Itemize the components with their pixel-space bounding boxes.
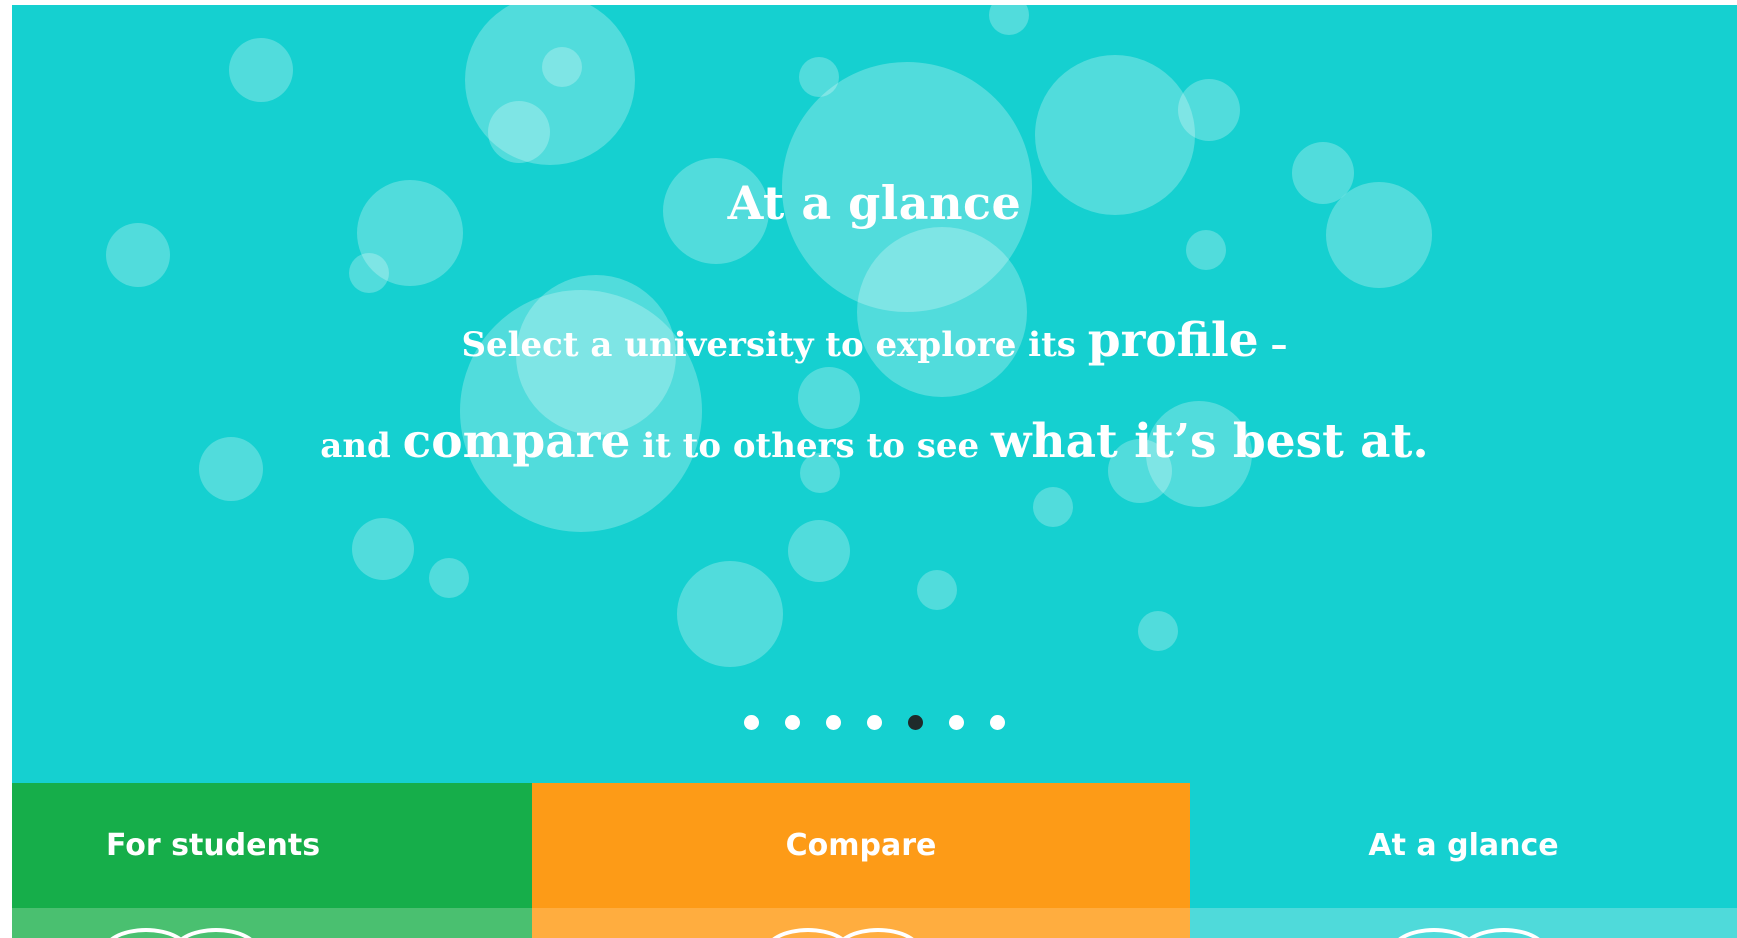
decorative-bubble [917,570,957,610]
tab-strip [1190,908,1737,938]
tagline-text: and [320,426,403,466]
tagline-text: – [1258,325,1288,365]
decorative-bubble [857,227,1027,397]
hero-banner: At a glance Select a university to explo… [12,5,1737,783]
decorative-bubble [1138,611,1178,651]
tab-header: For students [12,783,532,908]
wave-decoration [1460,928,1548,938]
hero-tagline-line-1: Select a university to explore its profi… [12,317,1737,364]
carousel-pagination [12,715,1737,731]
decorative-bubble [488,101,550,163]
carousel-dot-1[interactable] [744,715,759,730]
wave-decoration [1390,928,1478,938]
tagline-emphasis-profile: profile [1087,313,1259,368]
decorative-bubble [677,561,783,667]
decorative-bubble [1186,230,1226,270]
tagline-emphasis-compare: compare [402,414,631,469]
carousel-dot-7[interactable] [990,715,1005,730]
carousel-dot-3[interactable] [826,715,841,730]
tab-at-a-glance[interactable]: At a glance [1190,783,1737,938]
decorative-bubble [1178,79,1240,141]
decorative-bubble [106,223,170,287]
tab-label: At a glance [1368,827,1559,863]
wave-decoration [834,928,922,938]
tagline-emphasis-best: what it’s best at. [990,414,1429,469]
tagline-text: Select a university to explore its [461,325,1088,365]
carousel-dot-6[interactable] [949,715,964,730]
decorative-bubble [989,5,1029,35]
hero-tagline-line-2: and compare it to others to see what it’… [12,418,1737,465]
decorative-bubble [429,558,469,598]
tab-header: At a glance [1190,783,1737,908]
carousel-dot-4[interactable] [867,715,882,730]
tab-label: Compare [785,827,937,863]
section-tabs: For students Compare At a glance [12,783,1737,938]
wave-decoration [172,928,260,938]
tab-label: For students [106,827,321,863]
decorative-bubble [542,47,582,87]
tab-strip [532,908,1190,938]
page: At a glance Select a university to explo… [12,5,1737,938]
wave-decoration [102,928,190,938]
hero-title: At a glance [727,176,1022,230]
tagline-text: it to others to see [630,426,991,466]
carousel-dot-2[interactable] [785,715,800,730]
tab-header: Compare [532,783,1190,908]
tab-for-students[interactable]: For students [12,783,532,938]
tab-compare[interactable]: Compare [532,783,1190,938]
wave-decoration [764,928,852,938]
decorative-bubble [788,520,850,582]
decorative-bubble [352,518,414,580]
carousel-dot-5-active[interactable] [908,715,923,730]
tab-strip [12,908,532,938]
decorative-bubble [349,253,389,293]
decorative-bubble [229,38,293,102]
decorative-bubble [1033,487,1073,527]
